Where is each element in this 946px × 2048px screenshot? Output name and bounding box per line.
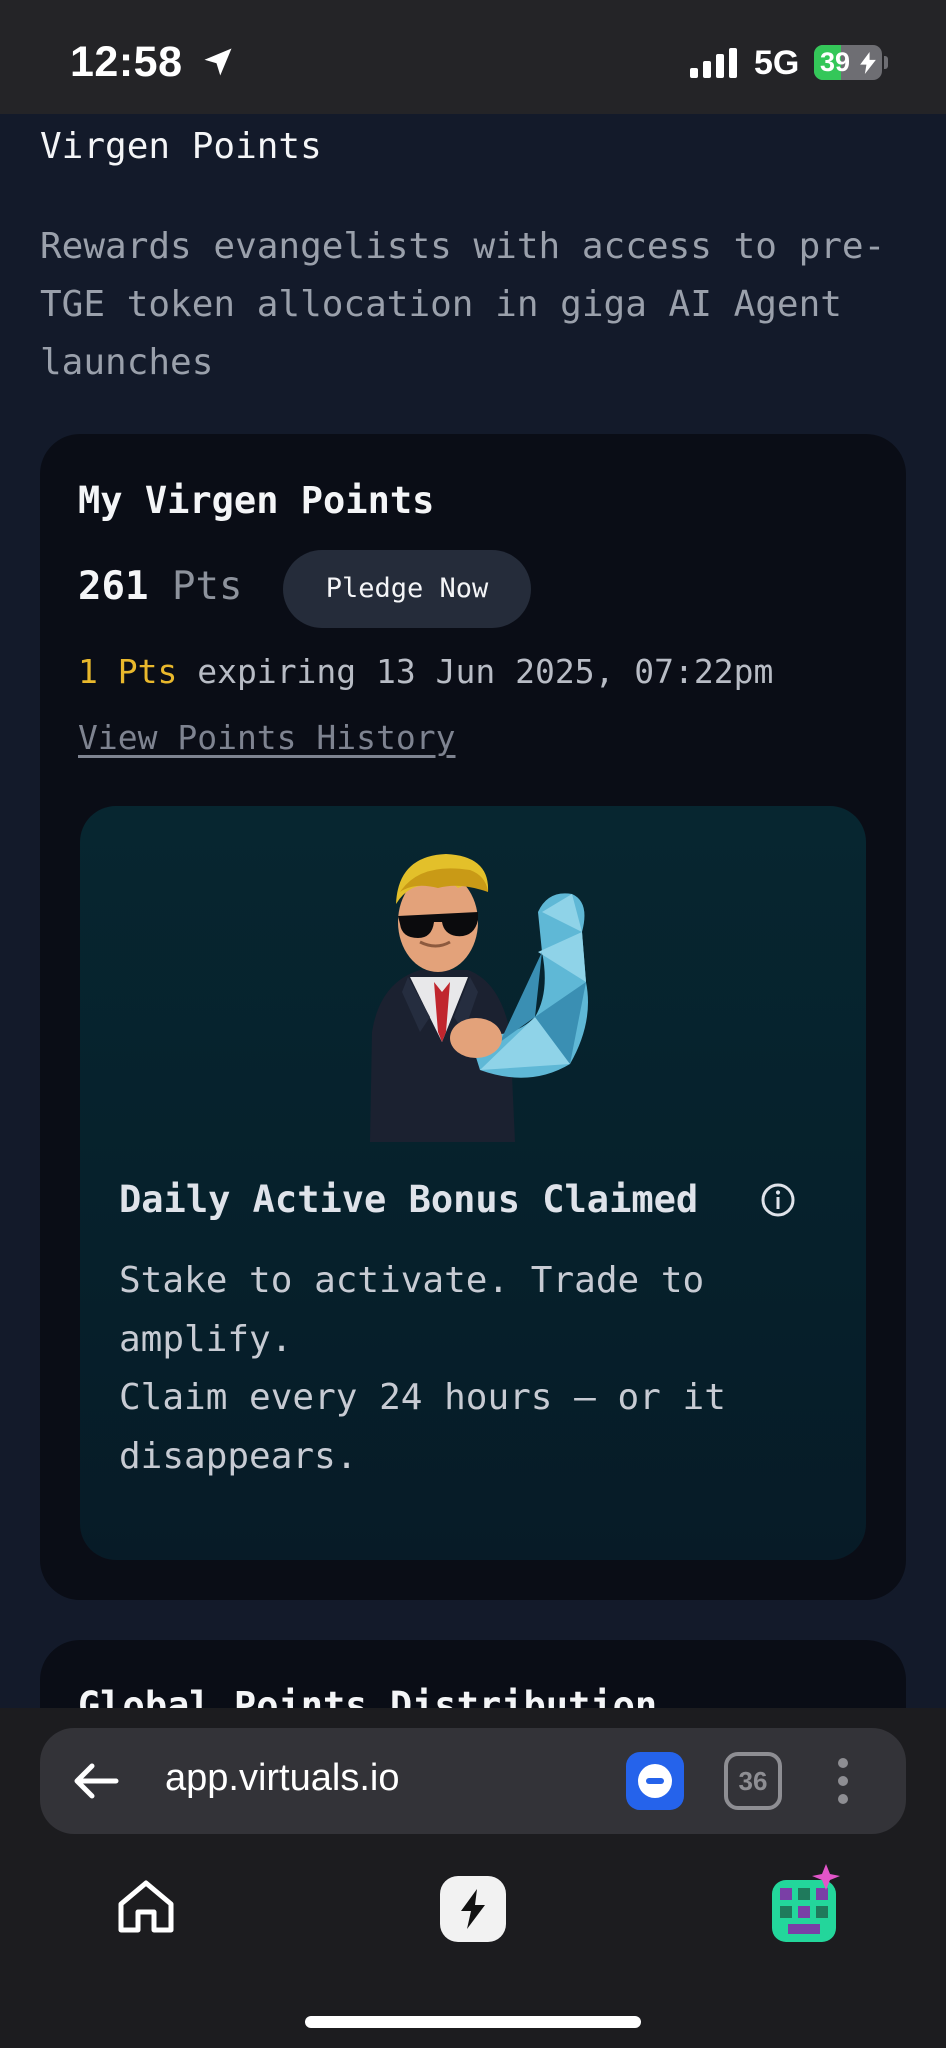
battery-cap [884,56,888,69]
page-description: Rewards evangelists with access to pre-T… [40,226,886,383]
status-time: 12:58 [70,38,183,86]
back-arrow-icon[interactable] [72,1761,120,1801]
bonus-description: Stake to activate. Trade to amplify. Cla… [119,1252,839,1486]
expiring-amount: 1 Pts [78,652,178,691]
more-vert-icon[interactable] [836,1756,850,1806]
points-value: 261 [78,564,149,609]
bonus-title: Daily Active Bonus Claimed [119,1178,699,1221]
page-title: Virgen Points [40,126,322,167]
url-text[interactable]: app.virtuals.io [165,1757,399,1800]
avatar[interactable] [764,1864,844,1948]
pledge-now-button[interactable]: Pledge Now [283,550,531,628]
browser-toolbar: app.virtuals.io 36 [0,1708,946,2048]
battery-charging-icon: 39 [814,45,882,80]
my-points-card: My Virgen Points 261 Pts Pledge Now 1 Pt… [40,434,906,1600]
tab-count-button[interactable]: 36 [724,1752,782,1810]
home-indicator [305,2016,641,2028]
bonus-line-2: Claim every 24 hours – or it disappears. [119,1377,726,1477]
extension-button[interactable] [626,1752,684,1810]
bolt-icon [860,52,876,74]
status-bar: 12:58 5G 39 [0,0,946,114]
flexing-mascot-illustration [370,854,588,1142]
spark-icon [461,1889,485,1929]
points-card-title: My Virgen Points [78,479,435,522]
points-expiry: 1 Pts expiring 13 Jun 2025, 07:22pm [78,652,773,691]
expiry-text: expiring 13 Jun 2025, 07:22pm [197,652,774,691]
address-bar[interactable]: app.virtuals.io 36 [40,1728,906,1834]
network-type: 5G [754,44,800,82]
spark-button[interactable] [440,1876,506,1942]
extension-icon [638,1764,672,1798]
info-icon[interactable] [760,1182,796,1218]
points-unit: Pts [172,564,243,609]
location-arrow-icon [204,48,232,76]
bonus-line-1: Stake to activate. Trade to amplify. [119,1260,705,1360]
view-points-history-link[interactable]: View Points History [78,718,456,757]
cellular-signal-icon [690,48,737,78]
daily-bonus-card: Daily Active Bonus Claimed Stake to acti… [80,806,866,1560]
home-icon[interactable] [116,1878,176,1934]
